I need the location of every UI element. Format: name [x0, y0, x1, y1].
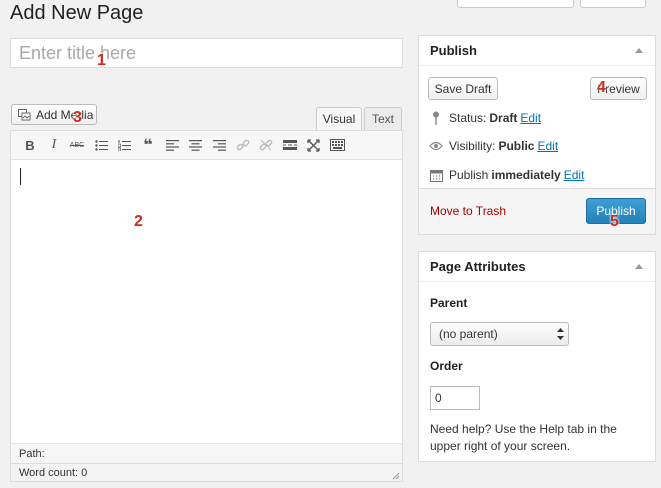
tab-text[interactable]: Text	[364, 107, 402, 130]
callout-badge: 1	[97, 52, 106, 69]
strikethrough-icon[interactable]: ABC	[67, 135, 87, 155]
title-input[interactable]	[10, 38, 403, 68]
word-count: Word count: 0	[11, 463, 402, 481]
help-button[interactable]	[580, 0, 646, 8]
callout-badge: 2	[134, 213, 143, 230]
publish-box: Publish Save Draft Preview Status: Draft…	[418, 35, 656, 235]
add-media-label: Add Media	[36, 107, 94, 122]
publish-box-header[interactable]: Publish	[419, 36, 655, 66]
publish-box-title: Publish	[430, 43, 477, 58]
add-media-button[interactable]: Add Media	[11, 104, 97, 125]
visibility-value: Public	[498, 139, 535, 153]
unlink-icon[interactable]	[256, 135, 276, 155]
calendar-icon	[429, 168, 443, 182]
pin-icon	[429, 111, 443, 125]
bold-icon[interactable]: B	[20, 135, 40, 155]
fullscreen-icon[interactable]	[303, 135, 323, 155]
help-text: Need help? Use the Help tab in the upper…	[430, 422, 617, 453]
visibility-row: Visibility: Public Edit	[429, 137, 558, 155]
content-editor[interactable]: B I ABC ❝ Path: Word count: 0	[10, 130, 403, 482]
status-label: Status:	[449, 111, 487, 125]
italic-icon[interactable]: I	[44, 135, 64, 155]
page-attributes-box: Page Attributes Parent (no parent) Order…	[418, 251, 656, 462]
bullet-list-icon[interactable]	[91, 135, 111, 155]
page-attributes-title: Page Attributes	[430, 259, 526, 274]
edit-visibility-link[interactable]: Edit	[537, 139, 558, 153]
edit-status-link[interactable]: Edit	[520, 111, 541, 125]
tab-visual[interactable]: Visual	[316, 107, 362, 130]
insert-link-icon[interactable]	[233, 135, 253, 155]
text-cursor	[20, 168, 21, 185]
toolbar-toggle-icon[interactable]	[327, 135, 347, 155]
eye-icon	[429, 139, 443, 153]
collapse-arrow-icon[interactable]	[635, 48, 643, 53]
callout-badge: 5	[610, 213, 619, 230]
order-input[interactable]	[430, 386, 480, 410]
order-label: Order	[430, 359, 463, 373]
numbered-list-icon[interactable]	[114, 135, 134, 155]
editor-toolbar: B I ABC ❝	[11, 131, 402, 160]
status-value: Draft	[489, 111, 518, 125]
page-attributes-header[interactable]: Page Attributes	[419, 252, 655, 282]
parent-select-value: (no parent)	[439, 327, 498, 341]
edit-publish-time-link[interactable]: Edit	[564, 168, 585, 182]
visibility-label: Visibility:	[449, 139, 496, 153]
editor-path: Path:	[11, 443, 402, 463]
publish-time-value: immediately	[491, 168, 561, 182]
read-more-icon[interactable]	[280, 135, 300, 155]
save-draft-button[interactable]: Save Draft	[428, 77, 498, 100]
parent-select[interactable]: (no parent)	[430, 322, 569, 346]
select-arrows-icon	[556, 327, 564, 341]
align-left-icon[interactable]	[162, 135, 182, 155]
callout-badge: 4	[597, 79, 606, 96]
publish-time-label: Publish	[449, 168, 489, 182]
screen-options-button[interactable]	[457, 0, 574, 8]
parent-label: Parent	[430, 296, 468, 310]
blockquote-icon[interactable]: ❝	[138, 135, 158, 155]
resize-handle-icon[interactable]	[390, 469, 400, 480]
status-row: Status: Draft Edit	[429, 109, 541, 127]
media-icon	[18, 108, 31, 121]
page-title: Add New Page	[10, 2, 144, 24]
align-right-icon[interactable]	[209, 135, 229, 155]
callout-badge: 3	[73, 109, 82, 126]
move-to-trash-link[interactable]: Move to Trash	[430, 204, 506, 218]
align-center-icon[interactable]	[185, 135, 205, 155]
publish-actions: Move to Trash Publish	[419, 188, 655, 234]
collapse-arrow-icon[interactable]	[635, 264, 643, 269]
publish-time-row: Publish immediately Edit	[429, 166, 584, 184]
